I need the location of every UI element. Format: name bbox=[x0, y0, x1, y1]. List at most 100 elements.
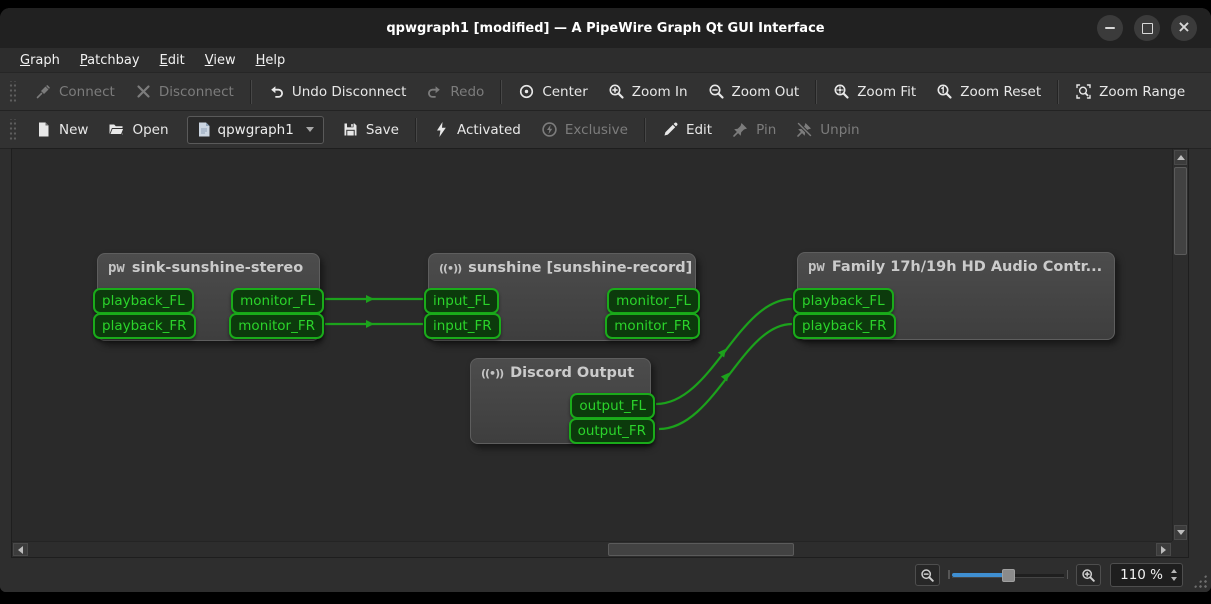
horizontal-scrollbar[interactable] bbox=[12, 541, 1172, 557]
zoom-out-button[interactable]: Zoom Out bbox=[698, 78, 810, 105]
activated-label: Activated bbox=[456, 121, 521, 138]
unpin-button[interactable]: Unpin bbox=[786, 116, 869, 143]
wire-arrow bbox=[366, 320, 374, 328]
menu-view[interactable]: View bbox=[195, 51, 246, 70]
horizontal-scrollbar-thumb[interactable] bbox=[608, 543, 794, 556]
zoom-slider-handle[interactable] bbox=[1002, 569, 1016, 582]
redo-icon bbox=[428, 86, 441, 98]
port-playback_FL[interactable]: playback_FL bbox=[93, 288, 194, 314]
unpin-icon bbox=[797, 121, 813, 138]
minimize-icon bbox=[1105, 27, 1115, 29]
scroll-left-button[interactable] bbox=[13, 543, 28, 556]
wire-arrow bbox=[366, 295, 374, 303]
edit-pencil-icon bbox=[664, 122, 678, 136]
wire-arrow bbox=[717, 348, 726, 358]
port-input_FR[interactable]: input_FR bbox=[424, 313, 501, 339]
menu-graph[interactable]: Graph bbox=[10, 51, 70, 70]
toolbar-separator bbox=[643, 117, 646, 142]
port-playback_FR[interactable]: playback_FR bbox=[793, 313, 896, 339]
port-playback_FR[interactable]: playback_FR bbox=[93, 313, 196, 339]
patchbay-profile-select[interactable]: qpwgraph1 bbox=[186, 115, 324, 144]
arrow-down-icon bbox=[1176, 530, 1185, 535]
node-sink-sunshine-stereo[interactable]: sink-sunshine-stereo playback_FL playbac… bbox=[93, 253, 324, 341]
port-monitor_FR[interactable]: monitor_FR bbox=[229, 313, 324, 339]
zoom-fit-button[interactable]: Zoom Fit bbox=[823, 78, 926, 105]
open-button[interactable]: Open bbox=[98, 116, 178, 143]
node-title: Discord Output bbox=[510, 365, 635, 381]
node-header: Family 17h/19h HD Audio Contr... bbox=[798, 253, 1114, 275]
toolbar-separator bbox=[249, 79, 252, 104]
zoom-slider[interactable] bbox=[948, 566, 1069, 584]
minimize-button[interactable] bbox=[1097, 15, 1123, 41]
pin-button[interactable]: Pin bbox=[722, 116, 786, 143]
vertical-scrollbar[interactable] bbox=[1172, 149, 1188, 541]
connection-wires bbox=[325, 295, 793, 431]
activated-bolt-icon bbox=[436, 122, 446, 137]
node-discord-output[interactable]: Discord Output output_FL output_FR bbox=[470, 358, 655, 444]
scroll-down-button[interactable] bbox=[1174, 525, 1187, 540]
app-window: qpwgraph1 [modified] — A PipeWire Graph … bbox=[0, 8, 1211, 592]
patchbay-profile-value: qpwgraph1 bbox=[217, 121, 294, 138]
center-button[interactable]: Center bbox=[508, 78, 597, 105]
graph-canvas[interactable]: sink-sunshine-stereo playback_FL playbac… bbox=[12, 149, 1172, 541]
arrow-up-icon bbox=[1176, 155, 1185, 160]
pin-label: Pin bbox=[756, 121, 777, 138]
arrow-right-icon bbox=[1161, 545, 1166, 554]
maximize-button[interactable] bbox=[1134, 15, 1160, 41]
close-button[interactable]: × bbox=[1171, 15, 1197, 41]
port-monitor_FL[interactable]: monitor_FL bbox=[607, 288, 700, 314]
toolbar-drag-handle[interactable] bbox=[9, 80, 16, 103]
unpin-label: Unpin bbox=[820, 121, 860, 138]
undo-disconnect-button[interactable]: Undo Disconnect bbox=[258, 78, 417, 105]
redo-button[interactable]: Redo bbox=[416, 78, 494, 105]
activated-button[interactable]: Activated bbox=[423, 116, 531, 143]
edit-button[interactable]: Edit bbox=[652, 116, 722, 143]
open-folder-icon bbox=[109, 124, 125, 135]
zoom-range-label: Zoom Range bbox=[1099, 83, 1186, 100]
toolbar-separator bbox=[815, 79, 818, 104]
connect-button[interactable]: Connect bbox=[25, 78, 125, 105]
spin-down-icon[interactable] bbox=[1171, 577, 1177, 581]
vertical-scrollbar-thumb[interactable] bbox=[1174, 167, 1187, 255]
toolbar-drag-handle[interactable] bbox=[9, 118, 16, 141]
zoom-reset-button[interactable]: Zoom Reset bbox=[926, 78, 1051, 105]
menu-help[interactable]: Help bbox=[246, 51, 296, 70]
zoom-out-icon bbox=[709, 84, 724, 99]
port-playback_FL[interactable]: playback_FL bbox=[793, 288, 894, 314]
new-label: New bbox=[59, 121, 89, 138]
titlebar[interactable]: qpwgraph1 [modified] — A PipeWire Graph … bbox=[0, 8, 1211, 48]
zoom-range-button[interactable]: Zoom Range bbox=[1065, 78, 1195, 105]
disconnect-label: Disconnect bbox=[158, 83, 234, 100]
node-header: sunshine [sunshine-record] bbox=[429, 254, 695, 276]
port-input_FL[interactable]: input_FL bbox=[424, 288, 499, 314]
zoom-spinbox[interactable]: 110 % bbox=[1110, 563, 1183, 587]
port-monitor_FR[interactable]: monitor_FR bbox=[605, 313, 700, 339]
zoom-reset-icon bbox=[937, 84, 952, 99]
close-icon: × bbox=[1177, 17, 1191, 36]
spin-up-icon[interactable] bbox=[1171, 569, 1177, 573]
port-monitor_FL[interactable]: monitor_FL bbox=[231, 288, 324, 314]
undo-icon bbox=[271, 86, 283, 98]
pipewire-icon bbox=[108, 260, 125, 276]
zoom-fit-icon bbox=[834, 84, 849, 99]
maximize-icon bbox=[1141, 22, 1153, 34]
scroll-right-button[interactable] bbox=[1156, 543, 1171, 556]
port-output_FL[interactable]: output_FL bbox=[570, 393, 655, 419]
pipewire-icon bbox=[808, 259, 825, 275]
statusbar-zoom-out-button[interactable] bbox=[915, 564, 941, 586]
disconnect-button[interactable]: Disconnect bbox=[125, 78, 244, 105]
statusbar-zoom-in-button[interactable] bbox=[1076, 564, 1102, 586]
new-button[interactable]: New bbox=[25, 116, 98, 143]
zoom-slider-fill bbox=[952, 573, 1005, 577]
zoom-range-icon bbox=[1076, 84, 1091, 99]
scroll-up-button[interactable] bbox=[1174, 150, 1187, 165]
node-sunshine[interactable]: sunshine [sunshine-record] input_FL inpu… bbox=[424, 253, 700, 341]
exclusive-button[interactable]: Exclusive bbox=[531, 116, 638, 143]
zoom-in-button[interactable]: Zoom In bbox=[598, 78, 698, 105]
save-button[interactable]: Save bbox=[332, 116, 409, 143]
menu-patchbay[interactable]: Patchbay bbox=[70, 51, 150, 70]
menu-edit[interactable]: Edit bbox=[150, 51, 195, 70]
port-output_FR[interactable]: output_FR bbox=[568, 418, 655, 444]
node-family-hd-audio[interactable]: Family 17h/19h HD Audio Contr... playbac… bbox=[793, 252, 1115, 340]
undo-disconnect-label: Undo Disconnect bbox=[291, 83, 407, 100]
